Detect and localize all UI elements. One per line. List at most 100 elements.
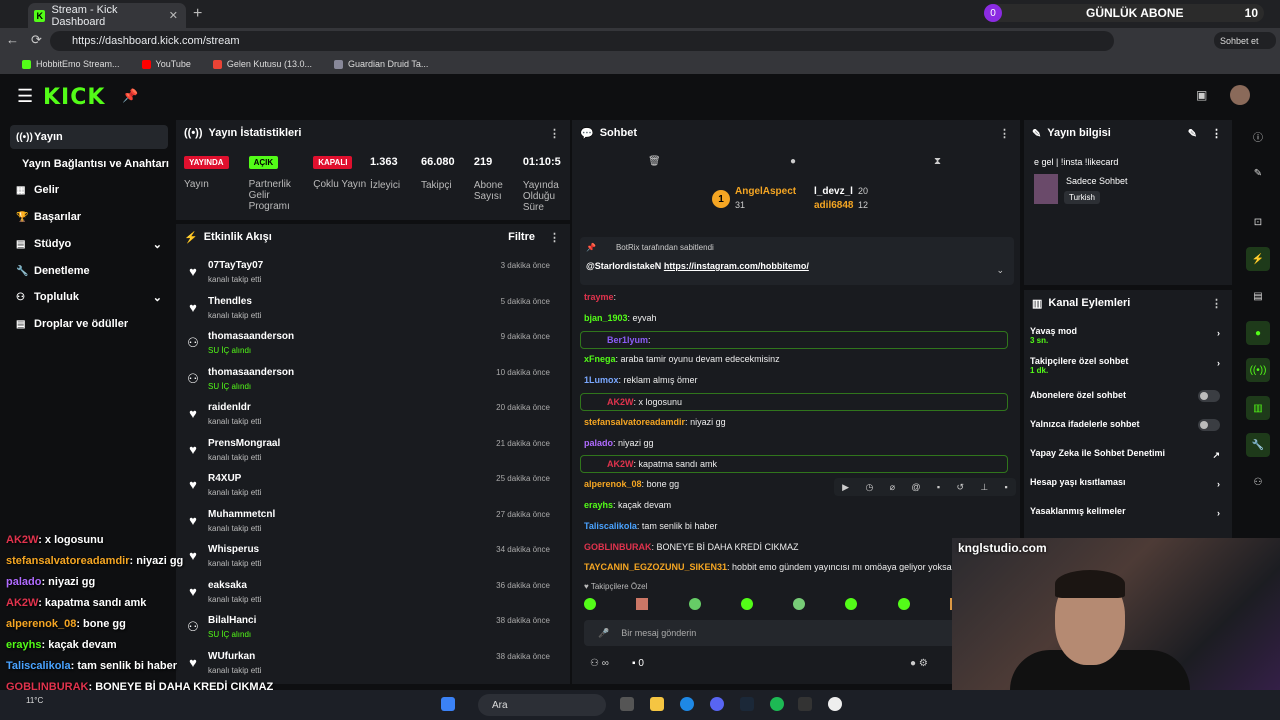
browser-tab[interactable]: K Stream - Kick Dashboard ✕ bbox=[28, 3, 186, 28]
stack-icon[interactable]: ▥ bbox=[1246, 396, 1270, 420]
chat-message[interactable]: TAYCANIN_EGZOZUNU_SIKEN31: hobbit emo gü… bbox=[584, 562, 952, 572]
windows-start-icon[interactable] bbox=[441, 697, 455, 711]
edge-icon[interactable] bbox=[680, 697, 694, 711]
wrench-icon[interactable]: 🔧 bbox=[1246, 433, 1270, 457]
sidebar-item-denetleme[interactable]: 🔧 Denetleme bbox=[10, 259, 168, 283]
activity-item[interactable]: ♥ raidenldr kanalı takip etti 20 dakika önc… bbox=[186, 400, 562, 434]
info-icon[interactable]: ⓘ bbox=[1246, 124, 1270, 148]
chat-message[interactable]: trayme: bbox=[584, 292, 616, 302]
terminal-icon[interactable] bbox=[798, 697, 812, 711]
taskbar-search[interactable]: Ara bbox=[478, 694, 606, 716]
sidebar-item-topluluk[interactable]: ⚇ Topluluk ⌄ bbox=[10, 285, 168, 309]
kick-logo[interactable]: KICK bbox=[43, 85, 105, 110]
community-icon[interactable]: ⚇ bbox=[1246, 470, 1270, 494]
chat-message[interactable]: stefansalvatoreadamdir: niyazi gg bbox=[584, 417, 726, 427]
trash-icon[interactable]: 🗑 bbox=[648, 156, 661, 167]
bookmark-guardian-druid[interactable]: Guardian Druid Ta... bbox=[333, 59, 428, 69]
chat-message[interactable]: 1Lumox: reklam almış ömer bbox=[584, 375, 698, 385]
pencil-icon[interactable]: ✎ bbox=[1246, 161, 1270, 185]
bookmark-youtube[interactable]: YouTube bbox=[141, 59, 191, 69]
bookmark-gmail[interactable]: Gelen Kutusu (13.0... bbox=[212, 59, 312, 69]
pin-icon[interactable]: 📌 bbox=[122, 88, 138, 104]
toggle-switch[interactable] bbox=[1198, 419, 1220, 431]
tab-close-icon[interactable]: ✕ bbox=[169, 9, 178, 22]
sidebar-item-stream-key[interactable]: Yayın Bağlantısı ve Anahtarı bbox=[16, 152, 174, 176]
sidebar-item-studyo[interactable]: ▤ Stüdyo ⌄ bbox=[10, 232, 168, 256]
nav-buttons[interactable]: ←⟳ bbox=[6, 32, 54, 48]
hourglass-icon[interactable]: ⧗ bbox=[934, 156, 941, 167]
pinned-message[interactable]: 📌 BotRix tarafından sabitlendi @Starlordi… bbox=[580, 237, 1014, 285]
more-icon[interactable]: ⋮ bbox=[549, 127, 560, 140]
activity-item[interactable]: ♥ eaksaka kanalı takip etti 36 dakika önce bbox=[186, 578, 562, 612]
more-icon[interactable]: ⋮ bbox=[999, 127, 1010, 140]
activity-item[interactable]: ♥ Muhammetcnl kanalı takip etti 27 dakika ö… bbox=[186, 507, 562, 541]
camera-icon[interactable]: ⊡ bbox=[1246, 210, 1270, 234]
chat-message-input[interactable]: 🎤 Bir mesaj gönderin bbox=[584, 620, 1012, 646]
channel-action[interactable]: Takipçilere özel sohbet 1 dk. › bbox=[1030, 356, 1226, 375]
channel-action[interactable]: Yalnızca ifadelerle sohbet bbox=[1030, 419, 1226, 431]
app-icon[interactable] bbox=[828, 697, 842, 711]
channel-action[interactable]: Yasaklanmış kelimeler › bbox=[1030, 506, 1226, 518]
chat-icon[interactable]: ● bbox=[1246, 321, 1270, 345]
sidebar-item-basarilar[interactable]: 🏆 Başarılar bbox=[10, 205, 168, 229]
pinned-link[interactable]: https://instagram.com/hobbitemo/ bbox=[664, 261, 809, 271]
activity-item[interactable]: ⚇ thomasaanderson SU İÇ alındı 9 dakika önc… bbox=[186, 329, 562, 363]
chat-message[interactable]: GOBLINBURAK: BONEYE Bİ DAHA KREDİ CIKMAZ bbox=[584, 542, 799, 552]
channel-action[interactable]: Yapay Zeka ile Sohbet Denetimi ↗ bbox=[1030, 448, 1226, 460]
avatar[interactable] bbox=[1230, 85, 1250, 105]
url-input[interactable]: https://dashboard.kick.com/stream bbox=[50, 31, 1114, 51]
taskview-icon[interactable] bbox=[620, 697, 634, 711]
activity-item[interactable]: ♥ PrensMongraal kanalı takip etti 21 dakika… bbox=[186, 436, 562, 470]
chat-settings-icon[interactable]: ● ⚙ bbox=[910, 658, 928, 669]
chat-username: trayme bbox=[584, 292, 614, 302]
menu-icon[interactable]: ☰ bbox=[17, 86, 33, 107]
emote-bar[interactable] bbox=[584, 598, 1014, 614]
activity-item[interactable]: ♥ Whisperus kanalı takip etti 34 dakika önc… bbox=[186, 542, 562, 576]
sidebar-item-droplar[interactable]: ▤ Droplar ve ödüller bbox=[10, 312, 168, 336]
heart-icon: ♥ bbox=[189, 583, 197, 599]
chat-message[interactable]: bjan_1903: eyvah bbox=[584, 313, 657, 323]
activity-item[interactable]: ♥ Thendles kanalı takip etti 5 dakika önce bbox=[186, 294, 562, 328]
chat-message[interactable]: AK2W: x logosunu bbox=[580, 393, 1008, 411]
activity-item[interactable]: ⚇ thomasaanderson SU İÇ alındı 10 dakika ön… bbox=[186, 365, 562, 399]
steam-icon[interactable] bbox=[740, 697, 754, 711]
more-icon[interactable]: ⋮ bbox=[549, 231, 560, 244]
new-tab-icon[interactable]: + bbox=[193, 5, 202, 23]
activity-item[interactable]: ♥ WUfurkan kanalı takip etti 38 dakika önce bbox=[186, 649, 562, 683]
chat-message[interactable]: xFnega: araba tamir oyunu devam edecekmi… bbox=[584, 354, 780, 364]
top-gifter-1-name: AngelAspect bbox=[735, 186, 797, 197]
document-icon[interactable]: ▤ bbox=[1246, 284, 1270, 308]
chat-bubble-icon[interactable]: ● bbox=[790, 156, 796, 167]
chat-message[interactable]: palado: niyazi gg bbox=[584, 438, 654, 448]
explorer-icon[interactable] bbox=[650, 697, 664, 711]
activity-item[interactable]: ♥ 07TayTay07 kanalı takip etti 3 dakika önc… bbox=[186, 258, 562, 292]
bookmark-hobbitemo[interactable]: HobbitEmo Stream... bbox=[22, 59, 120, 69]
sidebar-item-yayin[interactable]: ((•)) Yayın bbox=[10, 125, 168, 149]
mod-action-toolbar[interactable]: ▶ ◷ ⌀ @ ▪ ↺ ⊥ ▪ bbox=[834, 478, 1016, 496]
edit-icon[interactable]: ✎ bbox=[1188, 127, 1197, 140]
chat-message[interactable]: Taliscalikola: tam senlik bi haber bbox=[584, 521, 717, 531]
discord-icon[interactable] bbox=[710, 697, 724, 711]
subs-value: 219 bbox=[473, 156, 493, 168]
channel-action[interactable]: Hesap yaşı kısıtlaması › bbox=[1030, 477, 1226, 489]
chat-message[interactable]: Ber1lyum: bbox=[580, 330, 1008, 349]
activity-item[interactable]: ⚇ BilalHanci SU İÇ alındı 38 dakika önce bbox=[186, 613, 562, 647]
toggle-switch[interactable] bbox=[1198, 390, 1220, 402]
bolt-icon[interactable]: ⚡ bbox=[1246, 247, 1270, 271]
chat-assistant-button[interactable]: Sohbet et bbox=[1214, 32, 1276, 49]
chat-message[interactable]: alperenok_08: bone gg bbox=[584, 479, 679, 489]
notifications-icon[interactable]: ▣ bbox=[1196, 88, 1207, 102]
filter-button[interactable]: Filtre bbox=[508, 231, 535, 243]
more-icon[interactable]: ⋮ bbox=[1211, 297, 1222, 310]
spotify-icon[interactable] bbox=[770, 697, 784, 711]
channel-action[interactable]: Abonelere özel sohbet bbox=[1030, 390, 1226, 402]
chat-message[interactable]: AK2W: kapatma sandı amk bbox=[580, 455, 1008, 474]
chevron-down-icon[interactable]: ⌄ bbox=[996, 265, 1004, 276]
chat-message[interactable]: erayhs: kaçak devam bbox=[584, 500, 671, 510]
broadcast-icon[interactable]: ((•)) bbox=[1246, 358, 1270, 382]
sidebar-item-gelir[interactable]: ▦ Gelir bbox=[10, 178, 168, 202]
channel-action[interactable]: Yavaş mod 3 sn. › bbox=[1030, 326, 1226, 345]
community-icon[interactable]: ⚇ ∞ bbox=[590, 658, 609, 669]
more-icon[interactable]: ⋮ bbox=[1211, 127, 1222, 140]
activity-item[interactable]: ♥ R4XUP kanalı takip etti 25 dakika önce bbox=[186, 471, 562, 505]
